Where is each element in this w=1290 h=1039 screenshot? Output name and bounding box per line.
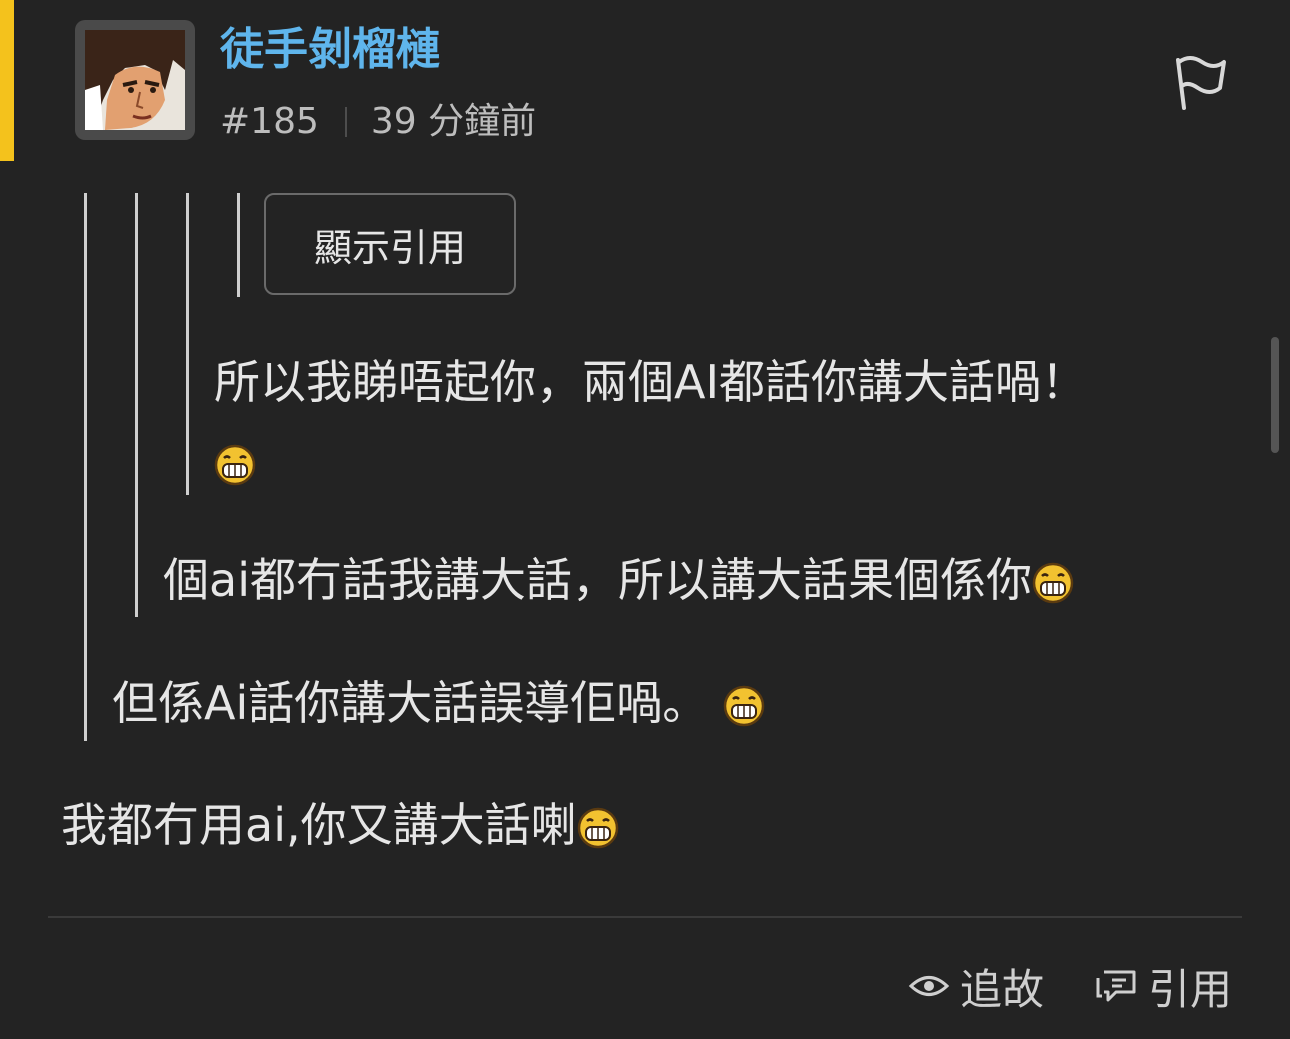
quote-level2-text: 個ai都冇話我講大話，所以講大話果個係你 [163, 550, 1074, 610]
show-quote-button[interactable]: 顯示引用 [264, 193, 516, 295]
quote-level3-text: 所以我睇唔起你，兩個AI都話你講大話喎！ [214, 352, 1087, 412]
quote-level3-emoji-line [214, 432, 256, 492]
grin-emoji-icon [1032, 562, 1074, 604]
follow-label: 追故 [960, 964, 1045, 1014]
post-meta: #185 39 分鐘前 [220, 98, 536, 146]
post-time: 39 分鐘前 [370, 101, 537, 142]
author-name[interactable]: 徒手剝榴槤 [220, 20, 440, 80]
grin-emoji-icon [577, 807, 618, 849]
follow-button[interactable]: 追故 [908, 958, 1044, 1014]
quote-label: 引用 [1148, 964, 1233, 1014]
quote-bubble-icon [1096, 970, 1136, 1002]
grin-emoji-icon [214, 444, 256, 486]
quote-line-level4 [237, 193, 240, 297]
post-divider [48, 916, 1242, 918]
reply-text: 我都冇用ai,你又講大話喇 [61, 795, 619, 855]
quote-level2-line: 個ai都冇話我講大話，所以講大話果個係你 [163, 553, 1032, 607]
post-accent-bar [0, 0, 14, 161]
grin-emoji-icon [723, 685, 765, 727]
quote-line-level1 [84, 193, 87, 741]
flag-icon[interactable] [1172, 50, 1228, 112]
quote-line-level2 [135, 193, 138, 617]
quote-level3-line: 所以我睇唔起你，兩個AI都話你講大話喎！ [214, 355, 1088, 409]
quote-button[interactable]: 引用 [1094, 958, 1232, 1014]
avatar-image [85, 30, 185, 130]
scrollbar[interactable] [1271, 337, 1279, 453]
quote-line-level3 [186, 193, 189, 495]
quote-level1-text: 但係Ai話你講大話誤導佢喎。 [112, 673, 765, 733]
quote-level1-line: 但係Ai話你講大話誤導佢喎。 [112, 676, 709, 730]
eye-icon [908, 976, 950, 996]
reply-body: 我都冇用ai,你又講大話喇 [61, 798, 577, 852]
post-number: #185 [220, 101, 319, 142]
meta-divider [344, 107, 347, 137]
avatar[interactable] [75, 20, 195, 140]
